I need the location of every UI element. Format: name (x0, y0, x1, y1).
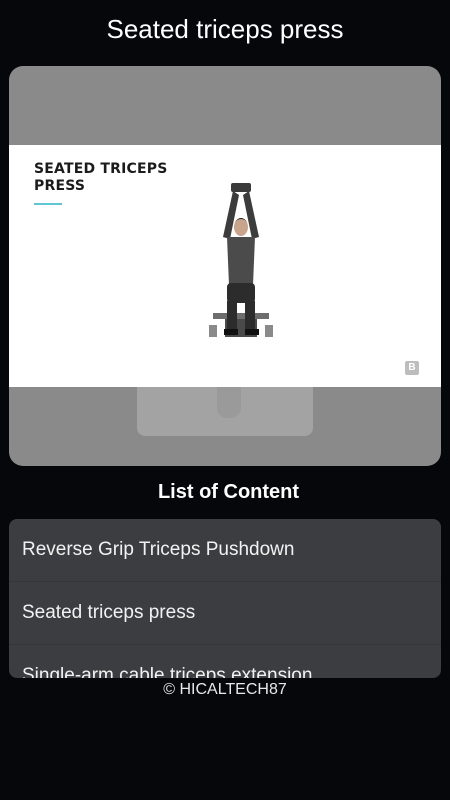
video-frame: SEATED TRICEPS PRESS B (9, 145, 441, 387)
copyright-footer: © HICALTECH87 (163, 681, 287, 698)
exercise-video[interactable]: SEATED TRICEPS PRESS B (9, 66, 441, 466)
content-list-heading: List of Content (157, 481, 300, 503)
list-item[interactable]: Single-arm cable triceps extension (9, 645, 441, 678)
list-item[interactable]: Reverse Grip Triceps Pushdown (9, 519, 441, 582)
video-overlay-title: SEATED TRICEPS PRESS (34, 161, 168, 194)
athlete-figure (209, 183, 273, 337)
video-title-underline (34, 203, 62, 205)
bodybuilding-logo-icon: B (405, 361, 419, 375)
content-list[interactable]: Reverse Grip Triceps Pushdown Seated tri… (9, 519, 441, 678)
page-title: Seated triceps press (106, 14, 344, 44)
list-item[interactable]: Seated triceps press (9, 582, 441, 645)
